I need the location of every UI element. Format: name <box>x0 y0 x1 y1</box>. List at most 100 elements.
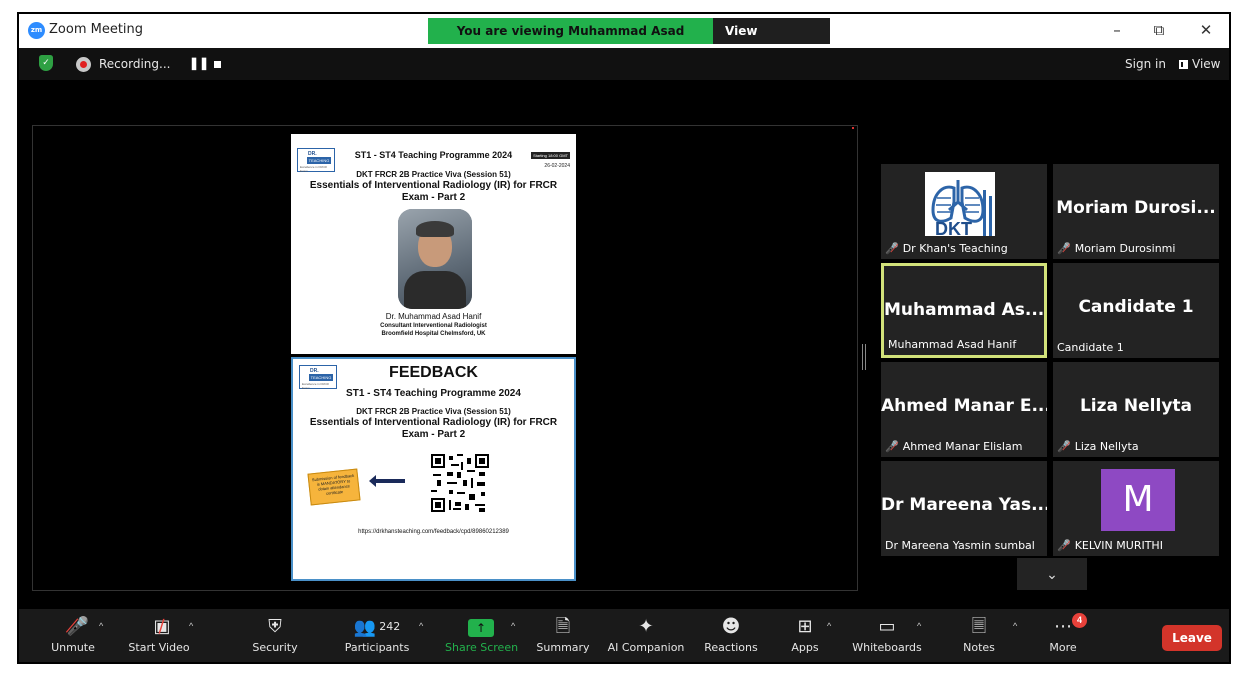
participant-tile[interactable]: Candidate 1 Candidate 1 <box>1053 263 1219 358</box>
apps-icon: ⊞ <box>797 616 813 637</box>
session-date: 26-02-2024 <box>544 163 570 169</box>
participant-display-name: Moriam Durosi... <box>1056 198 1216 218</box>
participant-display-name: Candidate 1 <box>1078 297 1194 317</box>
apps-caret-icon[interactable]: ^ <box>827 621 831 631</box>
session-subtitle: DKT FRCR 2B Practice Viva (Session 51) <box>356 170 511 179</box>
mic-muted-icon: 🎤̸ <box>885 242 899 255</box>
zoom-logo-icon: zm <box>28 22 45 39</box>
participant-tile[interactable]: Liza Nellyta 🎤̸ Liza Nellyta <box>1053 362 1219 457</box>
video-options-caret-icon[interactable]: ^ <box>189 621 193 631</box>
programme-title: ST1 - ST4 Teaching Programme 2024 <box>354 150 513 160</box>
session-topic: Essentials of Interventional Radiology (… <box>309 180 558 203</box>
presenter-hospital: Broomfield Hospital Chelmsford, UK <box>381 331 486 337</box>
share-options-caret-icon[interactable]: ^ <box>511 621 515 631</box>
view-options-button[interactable]: View Options⌄ <box>713 18 830 64</box>
whiteboards-button[interactable]: ▭ Whiteboards <box>849 609 925 662</box>
security-button[interactable]: ⛨ Security <box>245 609 305 662</box>
sparkle-icon: ✦ <box>638 616 654 637</box>
participant-tile[interactable]: Moriam Durosi... 🎤̸ Moriam Durosinmi <box>1053 164 1219 259</box>
whiteboards-caret-icon[interactable]: ^ <box>917 621 921 631</box>
recording-status: Recording... <box>99 57 171 71</box>
title-bar: zm Zoom Meeting You are viewing Muhammad… <box>19 14 1229 64</box>
participant-name: 🎤̸ Moriam Durosinmi <box>1057 242 1176 255</box>
mic-muted-icon: 🎤̸ <box>1057 242 1071 255</box>
presenter-name: Dr. Muhammad Asad Hanif <box>385 312 482 321</box>
programme-title: ST1 - ST4 Teaching Programme 2024 <box>346 388 521 399</box>
audio-options-caret-icon[interactable]: ^ <box>99 621 103 631</box>
summary-icon: 🗎 <box>555 616 571 637</box>
unmute-button[interactable]: 🎤̸ Unmute <box>43 609 103 662</box>
participant-tile-active-speaker[interactable]: Muhammad As... Muhammad Asad Hanif <box>881 263 1047 358</box>
participant-name: 🎤̸ Ahmed Manar Elislam <box>885 440 1023 453</box>
share-screen-icon: ↑ <box>468 619 494 637</box>
participants-icon: 👥 <box>353 617 377 638</box>
share-screen-button[interactable]: ↑ Share Screen <box>445 609 518 662</box>
next-page-chevron-icon[interactable]: ⌄ <box>1017 558 1087 590</box>
smiley-icon: ☻ <box>721 616 741 637</box>
avatar: M <box>1101 469 1175 531</box>
panel-resize-handle[interactable] <box>862 344 866 370</box>
summary-button[interactable]: 🗎 Summary <box>533 609 593 662</box>
more-button[interactable]: ⋯ 4 More <box>1043 609 1087 662</box>
mic-muted-icon: 🎤̸ <box>1057 539 1071 552</box>
sign-in-link[interactable]: Sign in <box>1125 57 1166 71</box>
ai-companion-button[interactable]: ✦ AI Companion <box>605 609 687 662</box>
mic-off-icon: 🎤̸ <box>66 616 90 637</box>
stop-recording-icon[interactable] <box>214 61 221 68</box>
qr-code[interactable] <box>431 454 489 512</box>
restore-icon[interactable]: ⧉ <box>1148 20 1170 40</box>
pause-recording-icon[interactable]: ❚❚ <box>189 56 209 70</box>
participant-display-name: Ahmed Manar E... <box>881 396 1047 416</box>
viewing-banner-text: You are viewing Muhammad Asad Hanif's sc… <box>428 18 713 64</box>
view-label: View <box>1192 57 1221 71</box>
session-subtitle: DKT FRCR 2B Practice Viva (Session 51) <box>356 407 511 416</box>
mic-muted-icon: 🎤̸ <box>1057 440 1071 453</box>
notes-button[interactable]: 🗏 Notes <box>959 609 999 662</box>
encryption-shield-icon[interactable]: ✓ <box>39 55 53 71</box>
shield-icon: ⛨ <box>268 616 282 637</box>
viewing-banner: You are viewing Muhammad Asad Hanif's sc… <box>428 18 830 64</box>
slide-announcement: DR. KHAN'S TEACHING Excellence in FRCR E… <box>291 134 576 354</box>
whiteboard-icon: ▭ <box>878 616 896 637</box>
minimize-icon[interactable]: – <box>1106 20 1128 40</box>
participants-caret-icon[interactable]: ^ <box>419 621 423 631</box>
view-layout-icon <box>1179 60 1188 69</box>
start-video-button[interactable]: ▣∕ Start Video <box>123 609 195 662</box>
participant-name: Dr Mareena Yasmin sumbal <box>885 539 1035 552</box>
participant-tile[interactable]: Dr Mareena Yas... Dr Mareena Yasmin sumb… <box>881 461 1047 556</box>
lungs-logo-icon: DKT <box>925 172 995 236</box>
reactions-button[interactable]: ☻ Reactions <box>699 609 763 662</box>
presenter-photo <box>398 209 472 309</box>
participant-display-name: Dr Mareena Yas... <box>881 495 1047 515</box>
notes-caret-icon[interactable]: ^ <box>1013 621 1017 631</box>
zoom-window: zm Zoom Meeting You are viewing Muhammad… <box>17 12 1231 664</box>
mic-muted-icon: 🎤̸ <box>885 440 899 453</box>
leave-button[interactable]: Leave <box>1162 625 1222 651</box>
participant-name: Candidate 1 <box>1057 341 1124 354</box>
participant-tile[interactable]: Ahmed Manar E... 🎤̸ Ahmed Manar Elislam <box>881 362 1047 457</box>
indicator-dot <box>852 127 854 129</box>
shared-screen: DR. KHAN'S TEACHING Excellence in FRCR E… <box>32 125 858 591</box>
meeting-top-bar: ✓ Recording... ❚❚ Sign in View <box>19 48 1229 80</box>
slide-feedback: DR. KHAN'S TEACHING Excellence in FRCR E… <box>291 357 576 581</box>
window-title: Zoom Meeting <box>49 22 144 37</box>
meeting-controls: 🎤̸ Unmute ^ ▣∕ Start Video ^ ⛨ Security … <box>19 609 1229 662</box>
presenter-role: Consultant Interventional Radiologist <box>380 323 487 329</box>
participant-display-name: Liza Nellyta <box>1079 396 1193 416</box>
arrow-left-icon <box>369 475 405 487</box>
participant-tile[interactable]: DKT 🎤̸ Dr Khan's Teaching <box>881 164 1047 259</box>
notes-icon: 🗏 <box>971 616 987 637</box>
dkt-logo-text: DKT <box>935 219 972 236</box>
session-topic: Essentials of Interventional Radiology (… <box>309 417 558 440</box>
participant-tile[interactable]: M 🎤̸ KELVIN MURITHI <box>1053 461 1219 556</box>
mandatory-feedback-note: Submission of feedback is MANDATORY to o… <box>307 468 361 506</box>
participant-name: Muhammad Asad Hanif <box>888 338 1017 351</box>
apps-button[interactable]: ⊞ Apps <box>785 609 825 662</box>
participant-display-name: Muhammad As... <box>884 300 1045 320</box>
recording-cloud-icon <box>76 57 91 72</box>
close-icon[interactable]: ✕ <box>1195 20 1217 40</box>
participant-name: 🎤̸ Dr Khan's Teaching <box>885 242 1008 255</box>
feedback-url[interactable]: https://drkhansteaching.com/feedback/cpd… <box>293 529 574 535</box>
participants-button[interactable]: 👥 242 Participants <box>337 609 417 662</box>
view-button[interactable]: View <box>1179 57 1220 71</box>
